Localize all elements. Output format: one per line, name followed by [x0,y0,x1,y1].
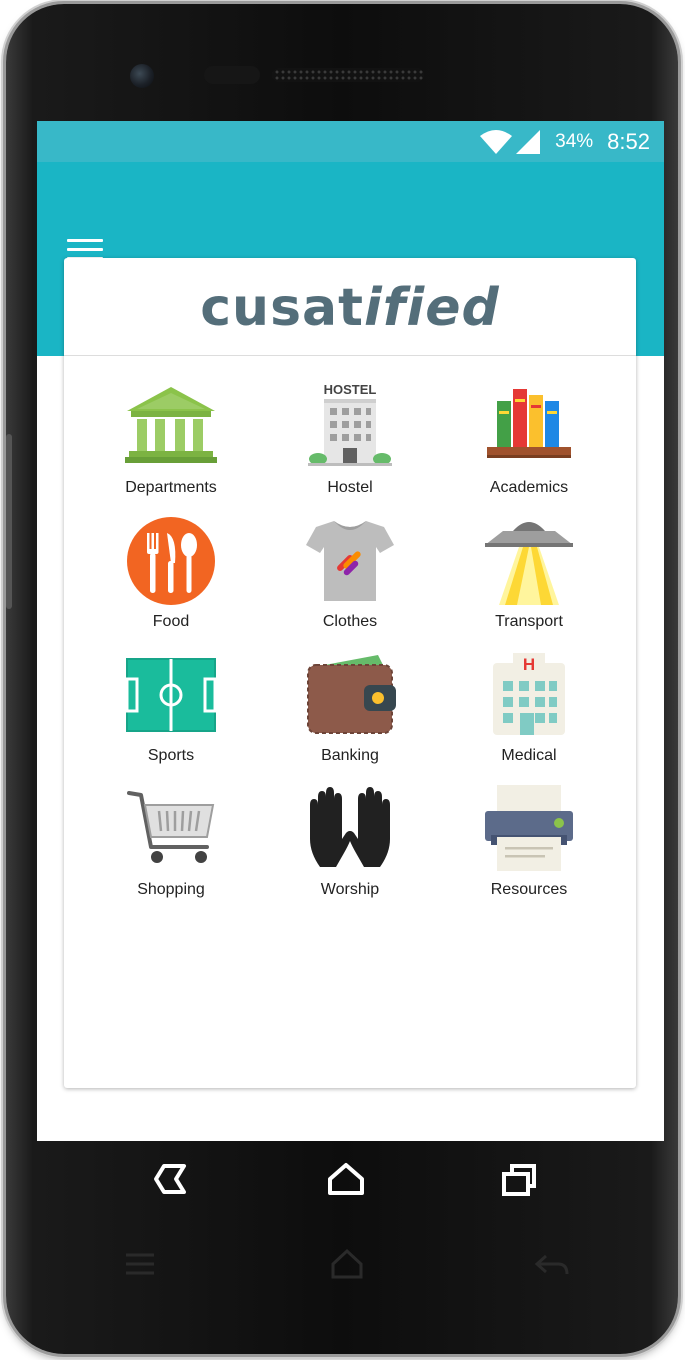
clock: 8:52 [607,128,650,154]
logo-suffix: ified [363,277,500,338]
category-clothes[interactable]: Clothes [260,515,440,635]
category-sports[interactable]: Sports [81,649,261,769]
categories-card: cusatified Departments HOSTEL Hostel Aca… [64,258,636,1088]
power-button [6,434,12,609]
category-label: Departments [125,479,217,496]
home-key-faint-icon [331,1248,363,1279]
hospital-icon: H [493,653,565,735]
front-camera [130,64,154,88]
category-label: Medical [501,747,557,764]
earpiece-speaker [272,68,424,82]
category-label: Shopping [137,881,205,898]
logo-prefix: cusat [200,277,364,338]
recents-key-icon[interactable] [500,1162,540,1198]
category-transport[interactable]: Transport [439,515,619,635]
category-label: Resources [490,881,568,898]
fork-knife-spoon-icon [127,517,215,605]
wifi-icon [480,129,513,154]
category-medical[interactable]: H Medical [439,649,619,769]
back-key-icon[interactable] [152,1162,190,1196]
category-departments[interactable]: Departments [81,381,261,501]
category-label: Transport [495,613,563,630]
category-label: Sports [147,747,195,764]
category-label: Hostel [327,479,373,496]
wallet-icon [307,655,396,734]
signal-icon [516,129,541,154]
category-shopping[interactable]: Shopping [81,783,261,903]
printer-icon [485,785,573,871]
ufo-icon [485,522,573,605]
status-bar: 34% 8:52 [37,121,664,162]
hostel-sign: HOSTEL [324,382,377,397]
category-label: Banking [321,747,379,764]
phone-frame: 34% 8:52 cusatified Departments HOSTEL H… [6,4,678,1354]
category-academics[interactable]: Academics [439,381,619,501]
bank-icon [125,387,217,463]
category-hostel[interactable]: HOSTEL Hostel [260,381,440,501]
menu-key-faint-icon [126,1253,154,1275]
screen: 34% 8:52 cusatified Departments HOSTEL H… [37,121,664,1141]
battery-percent: 34% [555,130,594,152]
hospital-sign: H [523,655,535,674]
category-label: Worship [320,881,380,898]
category-banking[interactable]: Banking [260,649,440,769]
books-icon [487,389,571,458]
shopping-cart-icon [127,791,215,863]
back-key-faint-icon [534,1254,569,1275]
category-food[interactable]: Food [81,515,261,635]
football-field-icon [125,658,217,732]
hostel-building-icon: HOSTEL [308,382,392,466]
category-label: Food [152,613,190,630]
tshirt-icon [306,521,394,601]
hamburger-line [67,239,103,242]
category-worship[interactable]: Worship [260,783,440,903]
home-key-icon[interactable] [326,1161,366,1197]
proximity-sensor [204,66,260,84]
category-resources[interactable]: Resources [439,783,619,903]
hamburger-line [67,248,103,251]
app-logo: cusatified [200,278,500,338]
category-label: Academics [489,479,569,496]
logo-header: cusatified [64,258,636,356]
category-label: Clothes [322,613,378,630]
praying-hands-icon [310,787,390,867]
